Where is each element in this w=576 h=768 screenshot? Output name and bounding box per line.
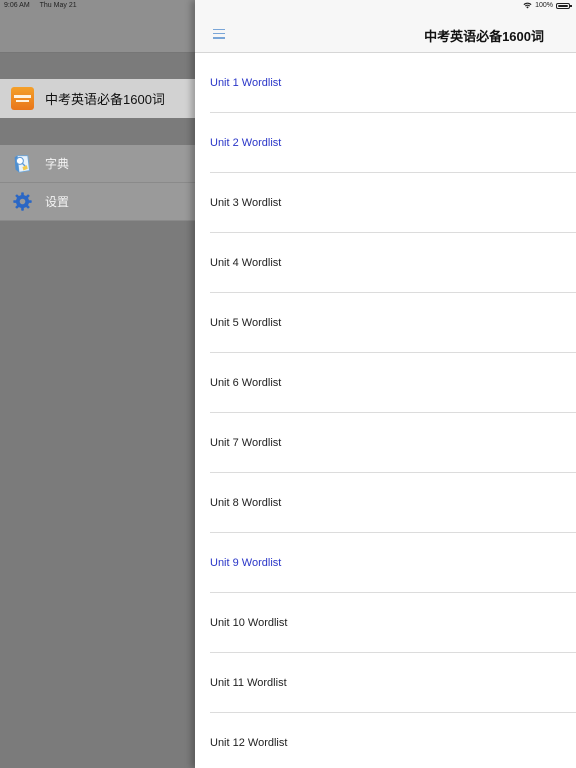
list-item[interactable]: Unit 1 Wordlist	[195, 53, 576, 113]
wordlist-list: Unit 1 Wordlist Unit 2 Wordlist Unit 3 Wor…	[195, 53, 576, 768]
list-item[interactable]: Unit 8 Wordlist	[195, 473, 576, 533]
sidebar-item-label: 设置	[45, 195, 70, 209]
battery-percent: 100%	[535, 2, 553, 9]
list-item[interactable]: Unit 2 Wordlist	[195, 113, 576, 173]
status-left: 9:06 AM Thu May 21	[4, 2, 77, 9]
status-bar: 9:06 AM Thu May 21 100%	[0, 0, 576, 12]
status-date: Thu May 21	[39, 2, 77, 9]
gear-icon	[13, 192, 32, 211]
list-item[interactable]: Unit 5 Wordlist	[195, 293, 576, 353]
list-item[interactable]: Unit 4 Wordlist	[195, 233, 576, 293]
list-item[interactable]: Unit 12 Wordlist	[195, 713, 576, 768]
sidebar-menu: 字典 设置	[0, 145, 195, 221]
list-item[interactable]: Unit 11 Wordlist	[195, 653, 576, 713]
dictionary-icon	[14, 155, 30, 173]
sidebar-item-settings[interactable]: 设置	[0, 183, 195, 221]
sidebar-item-app[interactable]: 中考英语必备1600词	[0, 79, 195, 118]
list-item[interactable]: Unit 6 Wordlist	[195, 353, 576, 413]
main-panel: 中考英语必备1600词 Unit 1 Wordlist Unit 2 Wordli…	[195, 0, 576, 768]
battery-icon	[556, 2, 572, 9]
hamburger-menu-icon[interactable]	[213, 29, 225, 39]
page-title: 中考英语必备1600词	[424, 29, 544, 44]
sidebar-item-label: 字典	[45, 157, 70, 171]
list-item[interactable]: Unit 9 Wordlist	[195, 533, 576, 593]
list-item[interactable]: Unit 10 Wordlist	[195, 593, 576, 653]
status-right: 100%	[523, 2, 572, 9]
sidebar: 中考英语必备1600词 字典 设置	[0, 0, 195, 768]
status-time: 9:06 AM	[4, 2, 30, 9]
sidebar-app-title: 中考英语必备1600词	[45, 92, 165, 107]
list-item[interactable]: Unit 3 Wordlist	[195, 173, 576, 233]
sidebar-item-dictionary[interactable]: 字典	[0, 145, 195, 183]
list-item[interactable]: Unit 7 Wordlist	[195, 413, 576, 473]
wifi-icon	[523, 2, 532, 9]
app-book-icon	[11, 87, 34, 110]
